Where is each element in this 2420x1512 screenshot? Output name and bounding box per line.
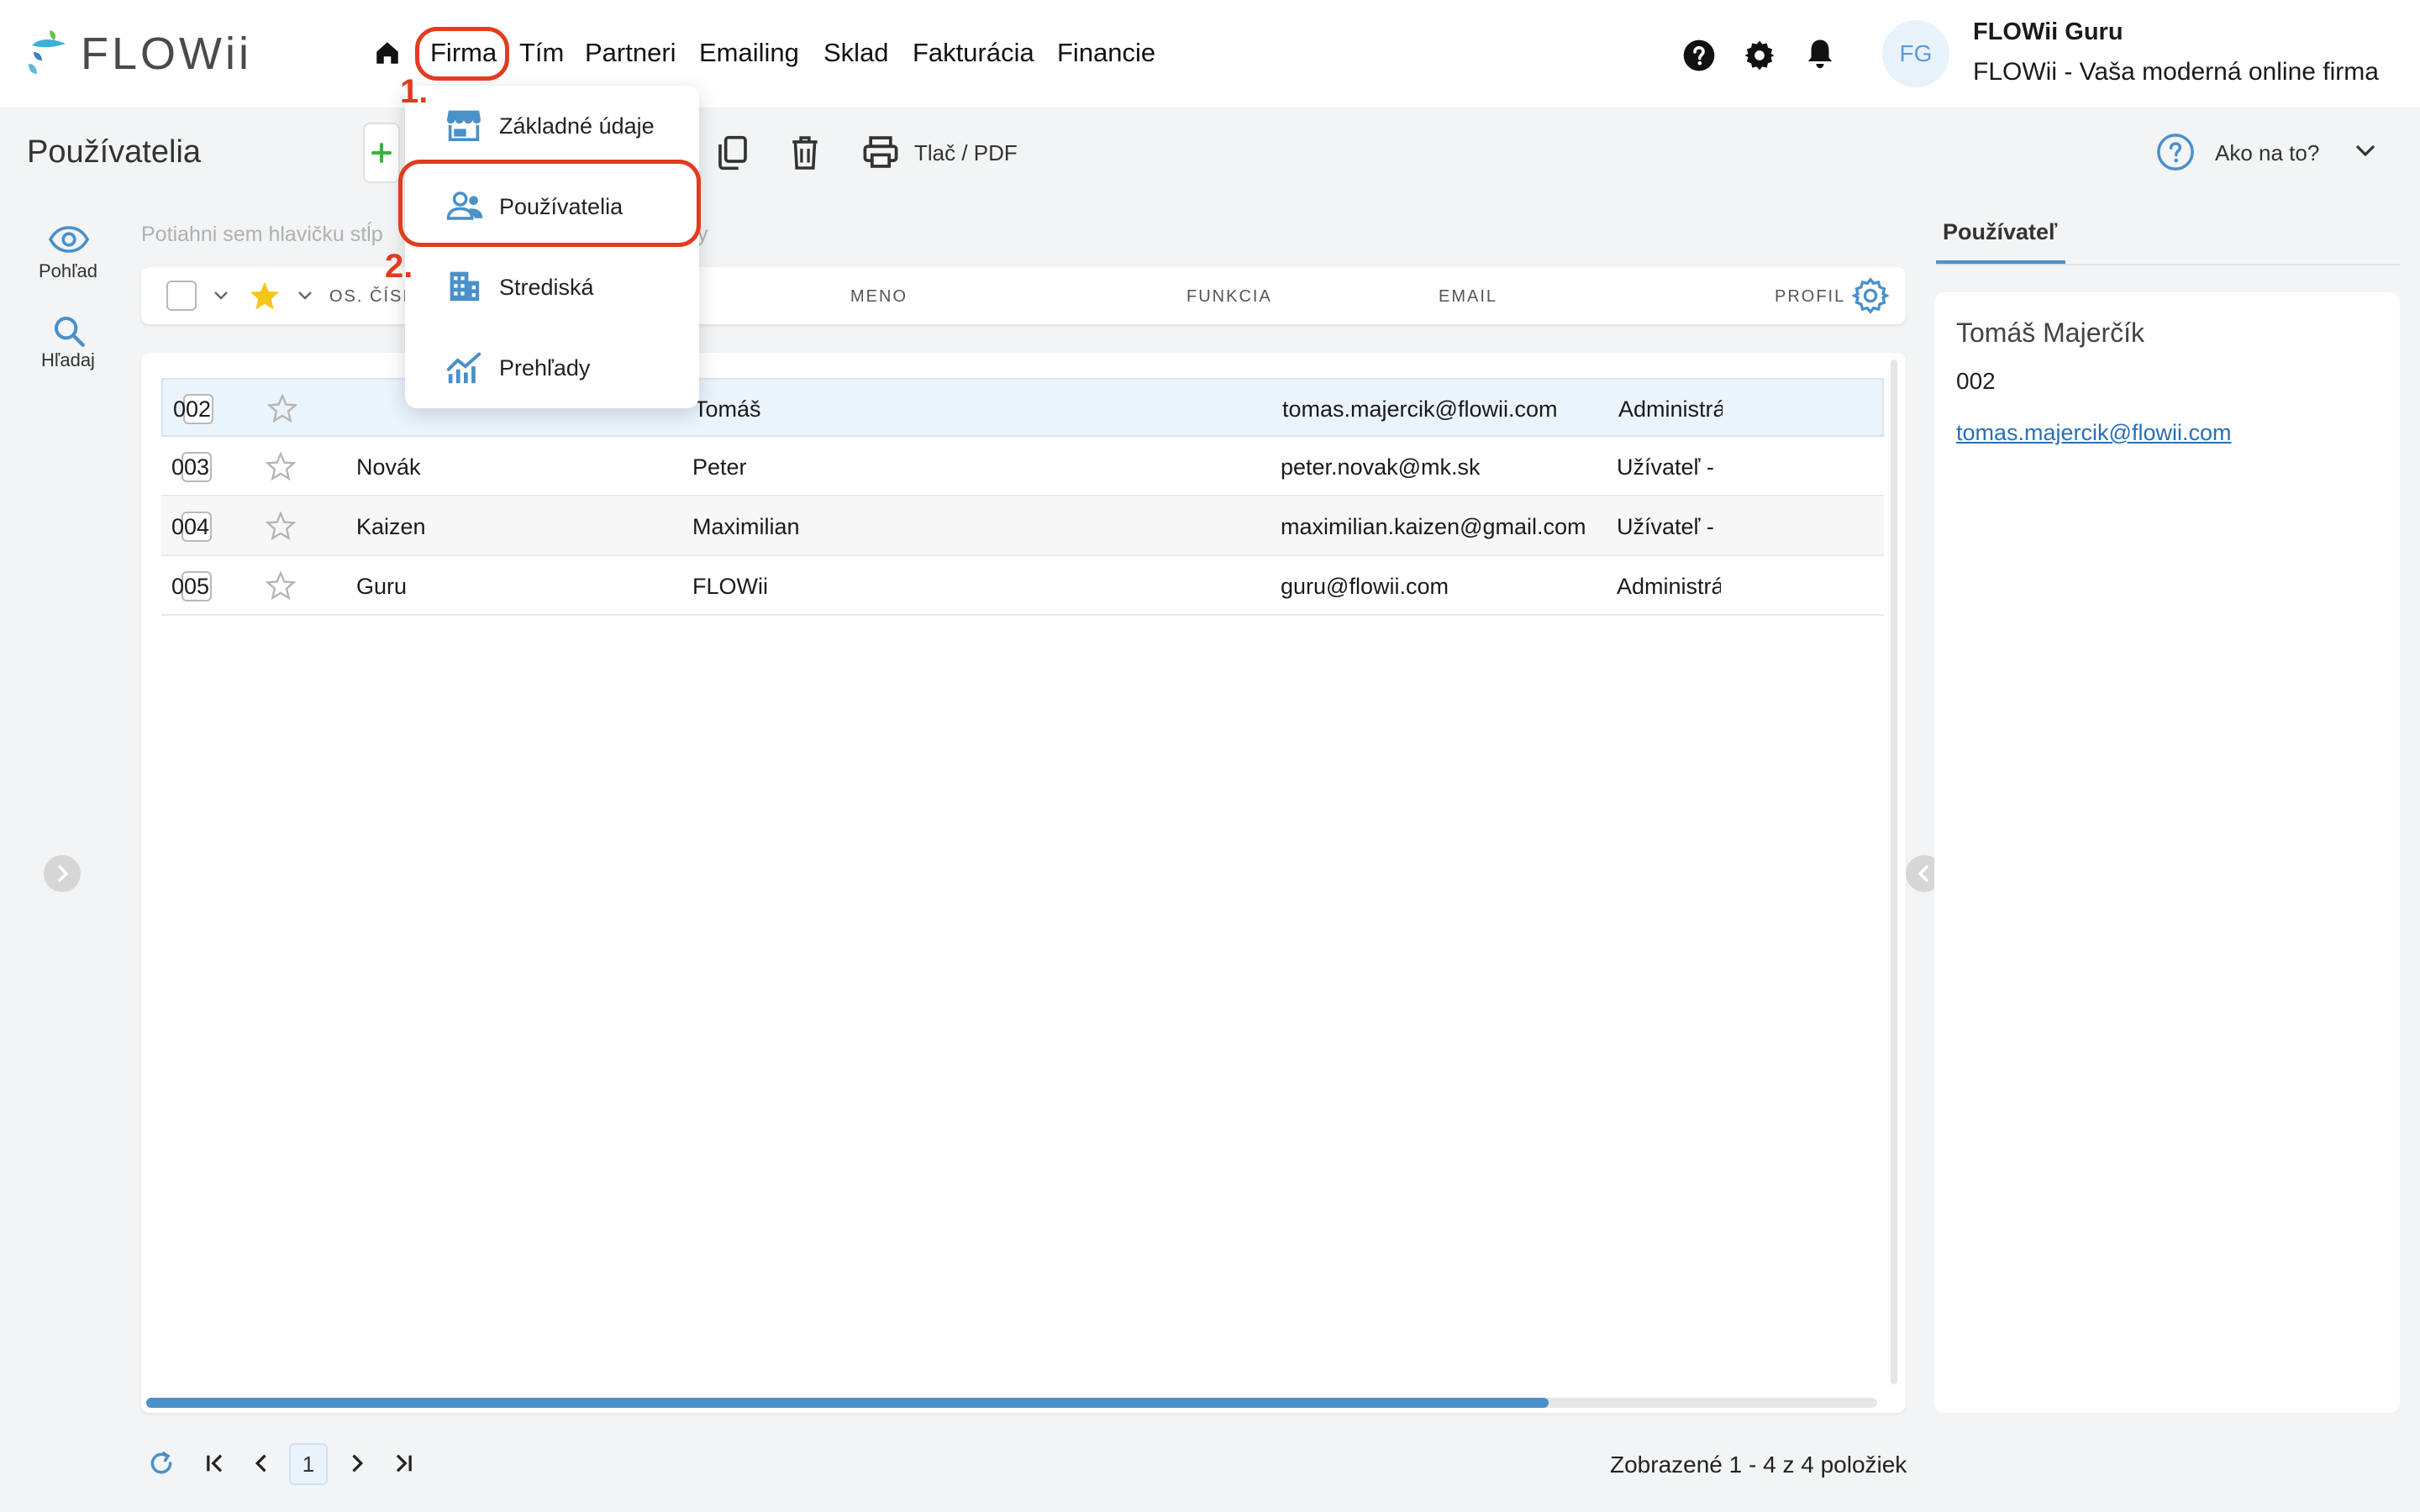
help-icon[interactable] xyxy=(1682,39,1716,72)
annotation-highlight-users xyxy=(398,160,701,247)
tab-divider xyxy=(1936,264,2400,265)
notifications-bell-icon[interactable] xyxy=(1805,37,1835,71)
favorite-star-icon[interactable] xyxy=(266,452,296,480)
detail-user-email-link[interactable]: tomas.majercik@flowii.com xyxy=(1956,417,2231,449)
nav-emailing[interactable]: Emailing xyxy=(699,32,799,74)
nav-partneri[interactable]: Partneri xyxy=(585,32,676,74)
cell-number: 004 xyxy=(171,514,210,539)
cell-number: 005 xyxy=(171,574,210,599)
nav-sklad[interactable]: Sklad xyxy=(823,32,889,74)
group-drag-hint: Potiahni sem hlavičku stĺp xyxy=(141,223,383,246)
expand-left-panel-button[interactable] xyxy=(44,855,81,892)
cell-name: FLOWii xyxy=(692,574,768,599)
cell-number: 003 xyxy=(171,454,210,480)
cell-profile: Administrá xyxy=(1618,396,1723,422)
nav-fakturacia[interactable]: Fakturácia xyxy=(913,32,1034,74)
table-row[interactable]: 004 Kaizen Maximilian maximilian.kaizen@gma… xyxy=(161,497,1884,556)
cell-name: Peter xyxy=(692,454,747,480)
print-pdf-button[interactable]: Tlač / PDF xyxy=(914,138,1018,168)
settings-gear-icon[interactable] xyxy=(1743,39,1776,72)
column-header-name[interactable]: MENO xyxy=(850,286,908,307)
cell-number: 002 xyxy=(173,396,212,422)
menu-item-reports[interactable]: Prehľady xyxy=(499,351,590,385)
page-title: Používatelia xyxy=(27,134,202,170)
favorite-star-filled-icon[interactable] xyxy=(249,281,281,311)
tab-user[interactable]: Používateľ xyxy=(1943,217,2057,247)
chevron-down-icon[interactable] xyxy=(2353,141,2378,161)
cell-profile: Užívateľ - . xyxy=(1617,454,1721,480)
menu-item-basic-info[interactable]: Základné údaje xyxy=(499,109,655,143)
nav-tim[interactable]: Tím xyxy=(519,32,564,74)
eye-icon[interactable] xyxy=(49,225,89,254)
copy-icon[interactable] xyxy=(716,134,750,171)
column-header-profile[interactable]: PROFIL xyxy=(1775,286,1845,307)
view-label[interactable]: Pohľad xyxy=(22,260,114,282)
favorite-menu-chevron-icon[interactable] xyxy=(296,289,314,302)
pagination-info: Zobrazené 1 - 4 z 4 položiek xyxy=(1610,1452,1907,1478)
flowii-logo-icon[interactable] xyxy=(25,27,69,79)
search-label[interactable]: Hľadaj xyxy=(22,349,114,371)
column-settings-gear-icon[interactable] xyxy=(1852,277,1889,314)
favorite-star-icon[interactable] xyxy=(266,571,296,600)
grid-horizontal-scrollbar[interactable] xyxy=(146,1398,1877,1408)
cell-profile: Užívateľ - xyxy=(1617,514,1714,539)
table-row[interactable]: 005 Guru FLOWii guru@flowii.com Administrá xyxy=(161,557,1884,616)
nav-financie[interactable]: Financie xyxy=(1057,32,1155,74)
select-menu-chevron-icon[interactable] xyxy=(212,289,230,302)
plus-icon xyxy=(371,143,392,163)
menu-item-centers[interactable]: Strediská xyxy=(499,270,594,304)
last-page-icon[interactable] xyxy=(392,1452,415,1475)
help-circle-icon[interactable] xyxy=(2156,133,2195,171)
column-header-email[interactable]: EMAIL xyxy=(1439,286,1497,307)
buildings-icon[interactable] xyxy=(447,269,481,302)
next-page-icon[interactable] xyxy=(345,1452,368,1475)
cell-name: Tomáš xyxy=(694,396,761,422)
table-row[interactable]: 003 Novák Peter peter.novak@mk.sk Užívateľ -… xyxy=(161,438,1884,496)
annotation-step-2: 2. xyxy=(385,248,413,285)
refresh-icon[interactable] xyxy=(148,1450,175,1477)
first-page-icon[interactable] xyxy=(203,1452,227,1475)
column-header-number[interactable]: OS. ČÍSI xyxy=(329,286,409,307)
search-icon[interactable] xyxy=(52,314,86,348)
annotation-highlight-firma xyxy=(415,27,509,81)
flowii-logo-text[interactable]: FLOWii xyxy=(81,25,252,82)
cell-surname: Novák xyxy=(356,454,421,480)
cell-surname: Guru xyxy=(356,574,408,599)
home-icon[interactable] xyxy=(373,39,402,67)
chart-reports-icon[interactable] xyxy=(445,351,482,385)
grid-vertical-scrollbar[interactable] xyxy=(1891,360,1897,1384)
column-header-function[interactable]: FUNKCIA xyxy=(1186,286,1272,307)
how-to-link[interactable]: Ako na to? xyxy=(2215,138,2319,168)
horizontal-scroll-thumb[interactable] xyxy=(146,1398,1549,1408)
print-icon[interactable] xyxy=(862,134,899,170)
previous-page-icon[interactable] xyxy=(250,1452,274,1475)
cell-name: Maximilian xyxy=(692,514,800,539)
detail-user-name: Tomáš Majerčík xyxy=(1956,318,2145,348)
add-user-button[interactable] xyxy=(363,123,400,183)
select-all-checkbox[interactable] xyxy=(166,281,197,311)
user-detail-card xyxy=(1934,292,2400,1413)
user-avatar[interactable]: FG xyxy=(1882,20,1949,87)
favorite-star-icon[interactable] xyxy=(267,394,297,423)
cell-profile: Administrá xyxy=(1617,574,1721,599)
annotation-step-1: 1. xyxy=(400,73,429,110)
cell-surname: Kaizen xyxy=(356,514,426,539)
delete-trash-icon[interactable] xyxy=(790,134,820,171)
user-company: FLOWii - Vaša moderná online firma xyxy=(1973,58,2379,86)
user-name[interactable]: FLOWii Guru xyxy=(1973,15,2123,49)
chevron-right-icon xyxy=(58,865,69,882)
store-icon[interactable] xyxy=(445,108,482,141)
detail-user-number: 002 xyxy=(1956,368,1996,394)
favorite-star-icon[interactable] xyxy=(266,512,296,540)
current-page[interactable]: 1 xyxy=(289,1443,328,1485)
